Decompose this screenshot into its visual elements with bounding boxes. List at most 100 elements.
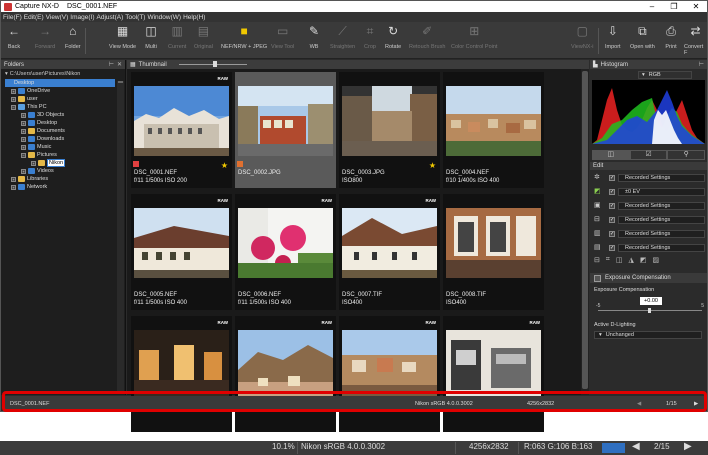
multi-button[interactable]: ◫ Multi bbox=[144, 24, 158, 50]
thumbnail-scrollbar[interactable] bbox=[581, 69, 589, 395]
tab-tools-icon[interactable]: ⚲ bbox=[667, 150, 706, 160]
menu-view[interactable]: View(V) bbox=[46, 14, 69, 21]
edit-step-picture[interactable]: ⊟ ✓ Recorded Settings bbox=[594, 215, 705, 224]
pin-icon[interactable]: ⊢ bbox=[699, 61, 704, 68]
level-icon[interactable]: ⊟ bbox=[594, 256, 600, 266]
expand-icon[interactable]: + bbox=[11, 88, 16, 94]
tree-item-libraries[interactable]: + Libraries bbox=[11, 175, 48, 183]
checkbox[interactable] bbox=[594, 274, 601, 282]
exposure-panel-header[interactable]: Exposure Compensation bbox=[590, 273, 707, 283]
expand-icon[interactable]: + bbox=[21, 128, 26, 134]
view-tool-button[interactable]: ▭ View Tool bbox=[271, 24, 294, 50]
color-icon[interactable]: ◩ bbox=[640, 256, 647, 266]
tree-item-3d-objects[interactable]: +3D Objects bbox=[21, 111, 64, 119]
thumbnail-size-slider[interactable] bbox=[179, 61, 247, 67]
checkbox[interactable]: ✓ bbox=[609, 244, 615, 251]
prev-image-icon[interactable]: ◀ bbox=[632, 441, 640, 452]
expand-icon[interactable]: + bbox=[11, 184, 16, 190]
edit-step-picture-control[interactable]: ✲ ✓ Recorded Settings bbox=[594, 173, 705, 182]
slider-knob[interactable] bbox=[213, 61, 217, 67]
checkbox[interactable]: ✓ bbox=[609, 202, 615, 209]
curve-icon[interactable]: ▨ bbox=[652, 256, 659, 266]
viewnx-button[interactable]: ▢ ViewNX-i bbox=[571, 24, 594, 50]
thumbnail-item[interactable]: RAW DSC_0005.NEF f/11 1/500s ISO 400 bbox=[131, 194, 232, 314]
thumbnail-item[interactable]: RAW DSC_0007.TIF ISO400 bbox=[339, 194, 440, 314]
rotate-button[interactable]: ↻ Rotate bbox=[385, 24, 401, 50]
menu-file[interactable]: File(F) bbox=[3, 14, 22, 21]
thumbnail-item[interactable]: DSC_0008.TIF ISO400 bbox=[443, 194, 544, 314]
histogram-channel-select[interactable]: ▾ RGB bbox=[638, 71, 692, 79]
collapse-icon[interactable]: − bbox=[11, 104, 16, 110]
tree-item-desktop-2[interactable]: + Desktop bbox=[21, 119, 57, 127]
open-with-button[interactable]: ⧉ Open with bbox=[630, 24, 655, 51]
thumbnail-item[interactable]: RAW bbox=[339, 316, 440, 436]
checkbox[interactable]: ✓ bbox=[609, 230, 615, 237]
expand-icon[interactable]: + bbox=[21, 112, 26, 118]
menu-window[interactable]: Window(W) bbox=[147, 14, 181, 21]
menu-edit[interactable]: Edit(E) bbox=[24, 14, 44, 21]
current-button[interactable]: ▥ Current bbox=[168, 24, 186, 50]
convert-button[interactable]: ⇄ Convert F bbox=[684, 24, 707, 56]
checkbox[interactable]: ✓ bbox=[609, 216, 615, 223]
tree-item-music[interactable]: + Music bbox=[21, 143, 51, 151]
checkbox[interactable]: ✓ bbox=[609, 174, 615, 181]
nef-jpeg-button[interactable]: ■ NEF/NRW + JPEG bbox=[221, 24, 267, 50]
maximize-button[interactable]: ❐ bbox=[663, 2, 685, 11]
print-button[interactable]: ⎙ Print bbox=[664, 24, 678, 51]
exposure-value-input[interactable]: +0.00 bbox=[640, 297, 662, 305]
star-rating-icon[interactable]: ★ bbox=[429, 161, 436, 170]
expand-icon[interactable]: + bbox=[21, 136, 26, 142]
thumbnail-item[interactable]: RAW ★ DSC_0001.NEF f/11 1/500s ISO 200 bbox=[131, 72, 232, 192]
retouch-brush-button[interactable]: ✐ Retouch Brush bbox=[409, 24, 445, 50]
thumbnail-item[interactable]: RAW bbox=[235, 316, 336, 436]
tree-item-onedrive[interactable]: + OneDrive bbox=[11, 87, 50, 95]
edit-step-tone[interactable]: ▥ ✓ Recorded Settings bbox=[594, 229, 705, 238]
menu-tool[interactable]: Tool(T) bbox=[125, 14, 145, 21]
exposure-slider-knob[interactable] bbox=[648, 308, 651, 313]
folder-path[interactable]: ▾ C:\Users\user\Pictures\Nikon bbox=[1, 69, 125, 78]
thumbnail-item[interactable]: DSC_0004.NEF f/10 1/400s ISO 400 bbox=[443, 72, 544, 192]
collapse-icon[interactable]: − bbox=[21, 152, 26, 158]
pin-icon[interactable]: ⊢ bbox=[109, 61, 114, 68]
forward-button[interactable]: → Forward bbox=[35, 24, 55, 50]
straighten-button[interactable]: ⟋ Straighten bbox=[330, 24, 355, 51]
view-mode-button[interactable]: ▦ View Mode bbox=[109, 24, 136, 50]
tree-item-nikon[interactable]: + Nikon bbox=[31, 159, 66, 167]
thumbnail-item[interactable]: RAW bbox=[443, 316, 544, 436]
expand-icon[interactable]: + bbox=[21, 144, 26, 150]
expand-icon[interactable]: + bbox=[31, 160, 36, 166]
import-button[interactable]: ⇩ Import bbox=[605, 24, 621, 50]
thumbnail-item[interactable]: ★ DSC_0003.JPG ISO800 bbox=[339, 72, 440, 192]
edit-step-lens[interactable]: ▤ ✓ Recorded Settings bbox=[594, 243, 705, 252]
expand-icon[interactable]: + bbox=[11, 176, 16, 182]
tree-item-network[interactable]: + Network bbox=[11, 183, 47, 191]
crop-icon[interactable]: ◫ bbox=[616, 256, 623, 266]
noise-icon[interactable]: ⌗ bbox=[606, 256, 610, 266]
menu-help[interactable]: Help(H) bbox=[183, 14, 205, 21]
menu-image[interactable]: Image(I) bbox=[70, 14, 94, 21]
sharpen-icon[interactable]: ◮ bbox=[628, 256, 633, 266]
edit-step-wb[interactable]: ▣ ✓ Recorded Settings bbox=[594, 201, 705, 210]
expand-icon[interactable]: + bbox=[21, 120, 26, 126]
menu-adjust[interactable]: Adjust(A) bbox=[97, 14, 124, 21]
tree-item-videos[interactable]: + Videos bbox=[21, 167, 54, 175]
adl-dropdown[interactable]: ▾ Unchanged bbox=[594, 331, 702, 339]
star-rating-icon[interactable]: ★ bbox=[221, 161, 228, 170]
original-button[interactable]: ▤ Original bbox=[194, 24, 213, 50]
tree-item-downloads[interactable]: + Downloads bbox=[21, 135, 64, 143]
tree-item-pictures[interactable]: − Pictures bbox=[21, 151, 57, 159]
thumbnail-item[interactable]: RAW bbox=[131, 316, 232, 436]
checkbox[interactable]: ✓ bbox=[609, 188, 615, 195]
thumbnail-item[interactable]: DSC_0002.JPG bbox=[235, 72, 336, 192]
tree-item-user[interactable]: + user bbox=[11, 95, 38, 103]
crop-button[interactable]: ⌗ Crop bbox=[363, 24, 377, 51]
tab-adjust-icon[interactable]: ◫ bbox=[592, 150, 630, 160]
tree-item-this-pc[interactable]: − This PC bbox=[11, 103, 47, 111]
wb-button[interactable]: ✎ WB bbox=[307, 24, 321, 50]
close-pane-icon[interactable]: ✕ bbox=[117, 61, 122, 68]
folder-button[interactable]: ⌂ Folder bbox=[65, 24, 81, 50]
expand-icon[interactable]: + bbox=[11, 96, 16, 102]
minimize-button[interactable]: – bbox=[641, 2, 663, 11]
thumbnail-item[interactable]: RAW DSC_0006.NEF f/11 1/500s ISO 400 bbox=[235, 194, 336, 314]
next-image-icon[interactable]: ▶ bbox=[684, 441, 692, 452]
